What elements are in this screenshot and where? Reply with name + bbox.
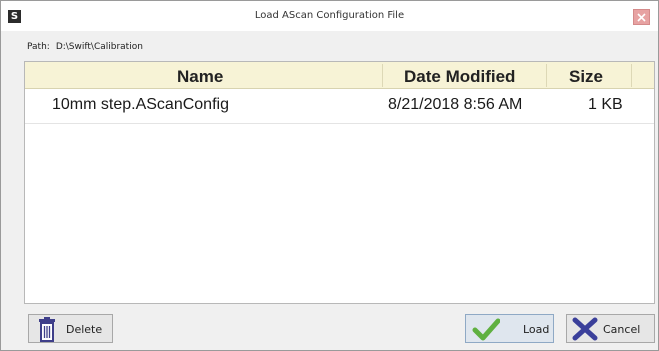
- cancel-button[interactable]: Cancel: [566, 314, 655, 343]
- file-size: 1 KB: [588, 96, 623, 113]
- close-icon: [637, 13, 646, 22]
- load-button[interactable]: Load: [465, 314, 554, 343]
- list-item[interactable]: 10mm step.AScanConfig 8/21/2018 8:56 AM …: [25, 90, 654, 124]
- path-label: Path:: [27, 42, 50, 52]
- file-name: 10mm step.AScanConfig: [52, 96, 229, 113]
- column-header-name[interactable]: Name: [177, 67, 223, 87]
- delete-button-label: Delete: [66, 323, 103, 336]
- trash-icon: [39, 317, 55, 342]
- column-divider[interactable]: [382, 64, 383, 87]
- x-mark-icon: [572, 317, 598, 341]
- title-bar[interactable]: S Load AScan Configuration File: [1, 1, 658, 31]
- column-header-size[interactable]: Size: [569, 67, 603, 87]
- window-title: Load AScan Configuration File: [254, 10, 405, 21]
- checkmark-icon: [472, 318, 500, 341]
- list-header: Name Date Modified Size: [25, 62, 654, 89]
- path-display: Path: D:\Swift\Calibration: [27, 42, 143, 52]
- column-divider[interactable]: [546, 64, 547, 87]
- delete-button[interactable]: Delete: [28, 314, 113, 343]
- load-button-label: Load: [523, 323, 550, 336]
- column-header-date-modified[interactable]: Date Modified: [404, 67, 515, 87]
- close-button[interactable]: [633, 9, 650, 25]
- load-config-dialog: S Load AScan Configuration File Path: D:\…: [0, 0, 659, 351]
- cancel-button-label: Cancel: [603, 323, 641, 336]
- path-value: D:\Swift\Calibration: [55, 42, 143, 52]
- file-date-modified: 8/21/2018 8:56 AM: [388, 96, 523, 113]
- file-list[interactable]: Name Date Modified Size 10mm step.AScanC…: [24, 61, 655, 304]
- column-divider[interactable]: [631, 64, 632, 87]
